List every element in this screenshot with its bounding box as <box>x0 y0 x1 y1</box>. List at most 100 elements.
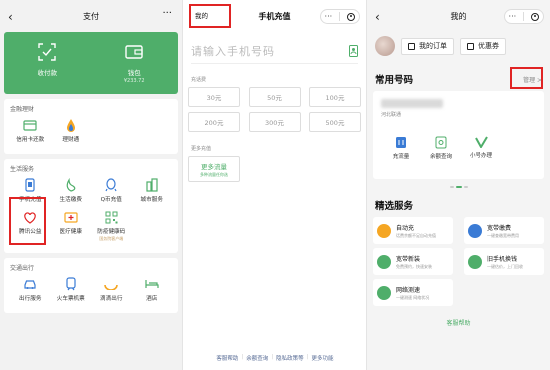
service-item-broadband-install[interactable]: 宽带新装 免费预约，快速安装 <box>373 248 453 275</box>
amount-option[interactable]: 30元 <box>188 87 240 107</box>
hotel-label: 酒店 <box>146 296 158 302</box>
qq-icon <box>104 178 118 192</box>
secondary-number-action[interactable]: 小号办理 <box>461 136 501 160</box>
help-link[interactable]: 客服帮助 <box>367 318 550 327</box>
service-title: 宽带新装 <box>396 255 421 263</box>
city-services-item[interactable]: 城市服务 <box>132 178 173 203</box>
mine-topbar: ‹ 我的 ··· <box>367 0 550 32</box>
avatar[interactable] <box>375 36 395 56</box>
qcoin-item[interactable]: Q币充值 <box>91 178 132 203</box>
orders-icon <box>408 42 415 50</box>
credit-card-repay-item[interactable]: 信用卡还款 <box>10 118 51 143</box>
data-section-title: 更多充值 <box>191 146 212 152</box>
trade-in-icon <box>468 254 482 269</box>
phone-icon <box>23 178 37 192</box>
train-icon <box>64 277 78 291</box>
footer-link[interactable]: 隐私政策等 <box>273 354 307 362</box>
action-label: 小号办理 <box>469 153 492 159</box>
qcoin-label: Q币充值 <box>100 197 122 203</box>
v-check-icon <box>474 136 488 148</box>
mine-panel: ‹ 我的 ··· 我的订单 优惠券 常用号码 管理 > 河北联通 充流量 余额查… <box>367 0 550 370</box>
service-title: 网络测速 <box>396 286 421 294</box>
amount-option[interactable]: 50元 <box>248 87 301 107</box>
car-icon <box>23 277 37 291</box>
broadband-install-icon <box>377 254 391 269</box>
finance-card: 金融理财 信用卡还款 理财通 <box>4 99 178 154</box>
service-subtitle: 话费余额不足自动充值 <box>396 232 436 238</box>
licaitong-item[interactable]: 理财通 <box>51 118 92 143</box>
didi-icon <box>104 277 119 291</box>
featured-title: 精选服务 <box>375 201 414 212</box>
train-flight-item[interactable]: 火车票机票 <box>51 277 92 302</box>
orders-button[interactable]: 我的订单 <box>401 37 454 55</box>
phone-field[interactable]: 请输入手机号码 <box>191 38 358 64</box>
travel-services-label: 出行服务 <box>19 296 42 302</box>
wallet-button[interactable]: 钱包 ¥233.72 <box>124 43 145 84</box>
close-icon[interactable] <box>531 12 540 21</box>
page-title: 支付 <box>83 11 99 21</box>
service-subtitle: 一键测速 网络状况 <box>396 294 430 300</box>
footer-links: 客服帮助 | 余额查询 | 隐私政策等 | 更多功能 <box>183 354 366 362</box>
city-services-label: 城市服务 <box>140 197 163 203</box>
medical-kit-icon <box>64 210 78 224</box>
amount-option[interactable]: 200元 <box>188 112 240 132</box>
footer-link[interactable]: 余额查询 <box>243 354 271 362</box>
number-card: 河北联通 充流量 余额查询 小号办理 <box>373 91 544 179</box>
balance-query-action[interactable]: 余额查询 <box>421 136 461 160</box>
qrcode-icon <box>104 210 118 224</box>
service-item-trade-in[interactable]: 旧手机换钱 一键估价，上门回收 <box>464 248 544 275</box>
wallet-amount: ¥233.72 <box>123 77 145 84</box>
hotel-item[interactable]: 酒店 <box>132 277 173 302</box>
back-icon[interactable]: ‹ <box>375 10 380 24</box>
health-code-item[interactable]: 防疫健康码 国务院客户端 <box>91 210 132 242</box>
more-data-button[interactable]: 更多流量 多种流量任你选 <box>188 156 240 182</box>
travel-services-item[interactable]: 出行服务 <box>10 277 51 302</box>
data-topup-action[interactable]: 充流量 <box>381 136 421 160</box>
coupon-icon <box>467 42 474 50</box>
train-flight-label: 火车票机票 <box>56 296 85 302</box>
carrier-label: 河北联通 <box>381 112 402 118</box>
medical-item[interactable]: 医疗健康 <box>51 210 92 242</box>
utilities-item[interactable]: 生活缴费 <box>51 178 92 203</box>
back-icon[interactable]: ‹ <box>8 10 13 24</box>
service-item-speed-test[interactable]: 网络测速 一键测速 网络状况 <box>373 279 453 306</box>
more-icon[interactable]: ··· <box>509 12 517 21</box>
masked-phone-number <box>381 99 443 108</box>
leaf-icon <box>64 178 78 192</box>
data-package-icon <box>396 137 406 148</box>
service-title: 宽带缴费 <box>487 224 512 232</box>
user-row: 我的订单 优惠券 <box>367 32 550 60</box>
service-item-auto-topup[interactable]: 自动充 话费余额不足自动充值 <box>373 217 453 244</box>
building-icon <box>145 178 159 192</box>
broadband-pay-icon <box>468 223 482 238</box>
close-icon[interactable] <box>347 12 356 21</box>
didi-item[interactable]: 滴滴出行 <box>91 277 132 302</box>
contacts-icon[interactable] <box>349 44 358 57</box>
footer-link[interactable]: 更多功能 <box>309 354 337 362</box>
health-code-label: 防疫健康码 <box>97 229 126 235</box>
highlight-box <box>510 67 543 89</box>
coupons-button[interactable]: 优惠券 <box>460 37 506 55</box>
page-title: 我的 <box>450 11 467 21</box>
wallet-banner: 收付款 钱包 ¥233.72 <box>4 32 178 94</box>
more-data-subtitle: 多种流量任你选 <box>200 171 228 177</box>
phone-input[interactable]: 请输入手机号码 <box>191 43 275 59</box>
licaitong-label: 理财通 <box>62 137 80 143</box>
receive-pay-button[interactable]: 收付款 <box>37 42 57 84</box>
amount-option[interactable]: 100元 <box>309 87 361 107</box>
mini-capsule: ··· <box>320 9 360 24</box>
amount-option[interactable]: 300元 <box>248 112 301 132</box>
drop-icon <box>64 118 78 132</box>
wallet-icon <box>125 44 143 59</box>
amount-grid: 30元 50元 100元 200元 300元 500元 <box>188 87 361 137</box>
more-icon[interactable]: ··· <box>162 8 172 19</box>
utilities-label: 生活缴费 <box>59 197 82 203</box>
service-item-broadband-pay[interactable]: 宽带缴费 一键查缴宽带费用 <box>464 217 544 244</box>
footer-link[interactable]: 客服帮助 <box>213 354 241 362</box>
more-icon[interactable]: ··· <box>325 12 333 21</box>
transport-card: 交通出行 出行服务 火车票机票 滴滴出行 酒店 <box>4 258 178 313</box>
amount-option[interactable]: 500元 <box>309 112 361 132</box>
credit-card-label: 信用卡还款 <box>16 137 45 143</box>
scan-icon <box>38 42 56 61</box>
health-code-badge: 国务院客户端 <box>99 236 124 241</box>
